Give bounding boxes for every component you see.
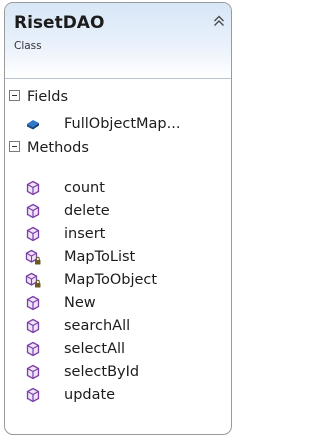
method-label: selectAll: [64, 341, 126, 357]
field-item[interactable]: FullObjectMap...: [25, 113, 231, 135]
double-chevron-up-icon[interactable]: [211, 13, 227, 29]
class-header[interactable]: RisetDAO Class: [5, 3, 231, 79]
methods-section-header[interactable]: Methods: [9, 137, 229, 159]
method-label: MapToObject: [64, 272, 158, 288]
field-icon: [27, 120, 39, 130]
method-label: searchAll: [64, 318, 131, 334]
method-label: New: [64, 295, 96, 311]
method-icon: [26, 203, 40, 219]
method-item[interactable]: selectAll: [25, 338, 231, 360]
method-icon: [26, 295, 40, 311]
methods-section-label: Methods: [27, 140, 89, 156]
private-method-icon: [25, 272, 41, 288]
method-icon: [26, 364, 40, 380]
method-label: delete: [64, 203, 110, 219]
method-label: count: [64, 180, 105, 196]
method-icon: [26, 180, 40, 196]
collapse-toggle-icon[interactable]: [9, 141, 20, 152]
method-label: insert: [64, 226, 106, 242]
method-item[interactable]: update: [25, 384, 231, 406]
method-item[interactable]: MapToList: [25, 246, 231, 268]
method-item[interactable]: searchAll: [25, 315, 231, 337]
method-label: MapToList: [64, 249, 136, 265]
fields-section-label: Fields: [27, 89, 69, 105]
fields-section-header[interactable]: Fields: [9, 86, 229, 108]
method-icon: [26, 226, 40, 242]
class-stereotype: Class: [14, 40, 42, 52]
method-icon: [26, 387, 40, 403]
class-name: RisetDAO: [14, 13, 105, 33]
method-item[interactable]: MapToObject: [25, 269, 231, 291]
method-icon: [26, 318, 40, 334]
method-item[interactable]: selectById: [25, 361, 231, 383]
method-label: selectById: [64, 364, 140, 380]
private-method-icon: [25, 249, 41, 265]
method-label: update: [64, 387, 116, 403]
class-shape[interactable]: RisetDAO Class Fields FullObjectMap... M…: [4, 2, 232, 435]
method-icon: [26, 341, 40, 357]
field-label: FullObjectMap...: [64, 116, 181, 132]
collapse-toggle-icon[interactable]: [9, 90, 20, 101]
diagram-canvas: RisetDAO Class Fields FullObjectMap... M…: [0, 0, 241, 443]
method-item[interactable]: New: [25, 292, 231, 314]
method-item[interactable]: count: [25, 177, 231, 199]
method-item[interactable]: insert: [25, 223, 231, 245]
method-item[interactable]: delete: [25, 200, 231, 222]
